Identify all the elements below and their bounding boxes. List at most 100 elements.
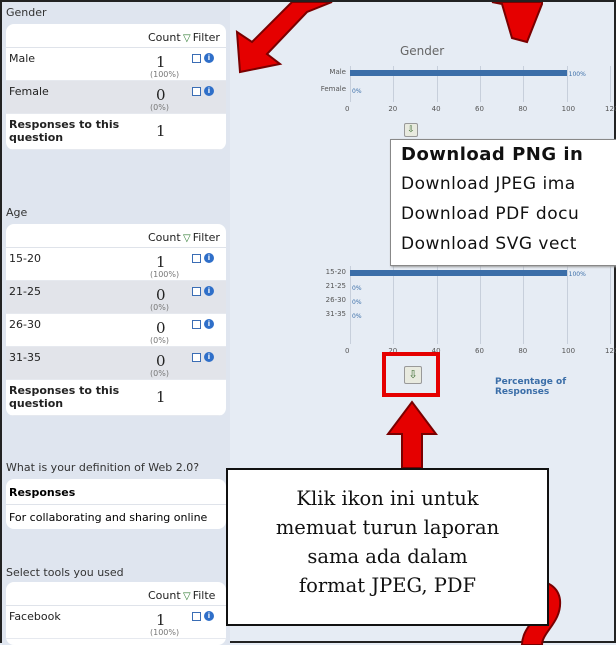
download-menu: Download PNG in Download JPEG ima Downlo… (390, 139, 616, 266)
row-count: 0 (156, 86, 166, 104)
tools-section-title: Select tools you used (6, 566, 124, 579)
responses-label: Responses to this question (9, 118, 120, 144)
results-column: Gender Count ▽ Filter Male 1 (100%) i Fem… (2, 2, 230, 645)
x-tick-label: 120 (605, 347, 616, 355)
x-tick-label: 120 (605, 105, 616, 113)
row-percent: (100%) (150, 270, 180, 279)
row-percent: (0%) (150, 303, 169, 312)
bar-value-label: 0% (352, 313, 362, 320)
x-tick-label: 0 (345, 105, 350, 113)
filter-header[interactable]: ▽ Filte (183, 589, 215, 602)
row-count: 1 (156, 611, 166, 629)
info-icon[interactable]: i (204, 253, 214, 263)
row-percent: (0%) (150, 369, 169, 378)
gridline (393, 266, 395, 344)
x-tick-label: 100 (561, 105, 576, 113)
row-label: Male (9, 52, 36, 65)
row-count: 0 (156, 352, 166, 370)
filter-icon: ▽ (183, 233, 191, 244)
highlight-box (382, 352, 440, 397)
gender-card-header: Count ▽ Filter (6, 24, 226, 48)
count-header: Count (148, 589, 181, 602)
age-chart-xlabel: Percentage of Responses (495, 377, 567, 397)
row-percent: (100%) (150, 628, 180, 637)
y-category-label: 21-25 (325, 282, 346, 290)
callout-line: sama ada dalam (307, 545, 468, 568)
callout-line: format JPEG, PDF (298, 574, 477, 597)
row-label: 15-20 (9, 252, 41, 265)
bar-value-label: 0% (352, 285, 362, 292)
filter-checkbox[interactable] (192, 54, 201, 63)
instruction-callout: Klik ikon ini untuk memuat turun laporan… (226, 468, 549, 626)
filter-checkbox[interactable] (192, 353, 201, 362)
menu-item-download-png[interactable]: Download PNG in (391, 140, 616, 170)
gridline (480, 266, 481, 344)
row-label: Female (9, 85, 49, 98)
gender-card: Count ▽ Filter Male 1 (100%) i Female 0 (… (6, 24, 226, 150)
gender-download-icon[interactable]: ⇩ (404, 123, 418, 137)
responses-count: 1 (156, 122, 166, 140)
bar-value-label: 100% (568, 271, 586, 278)
bar (350, 270, 567, 276)
table-row: Facebook 1 (100%) i (6, 606, 226, 639)
table-row: Male 1 (100%) i (6, 48, 226, 81)
responses-row: Responses to this question 1 (6, 380, 226, 416)
response-text: For collaborating and sharing online (9, 511, 208, 524)
bar (350, 70, 567, 76)
gridline (610, 266, 611, 344)
filter-checkbox[interactable] (192, 320, 201, 329)
gender-section-title: Gender (6, 6, 47, 19)
filter-header[interactable]: ▽ Filter (183, 231, 220, 244)
callout-line: Klik ikon ini untuk (296, 487, 479, 510)
table-row: Female 0 (0%) i (6, 81, 226, 114)
filter-checkbox[interactable] (192, 254, 201, 263)
row-percent: (0%) (150, 336, 169, 345)
row-label: Facebook (9, 610, 61, 623)
count-header: Count (148, 31, 181, 44)
filter-checkbox[interactable] (192, 287, 201, 296)
gridline (610, 66, 611, 102)
x-tick-label: 20 (388, 105, 398, 113)
age-card: Count ▽ Filter 15-20 1 (100%) i 21-25 0 (… (6, 224, 226, 416)
x-tick-label: 60 (475, 347, 484, 355)
info-icon[interactable]: i (204, 352, 214, 362)
tools-card: Count ▽ Filte Facebook 1 (100%) i (6, 582, 226, 645)
gridline (350, 266, 351, 344)
count-header: Count (148, 231, 181, 244)
responses-header: Responses (6, 479, 226, 505)
table-row: 15-20 1 (100%) i (6, 248, 226, 281)
menu-item-download-pdf[interactable]: Download PDF docu (391, 200, 616, 230)
bar-value-label: 0% (352, 299, 362, 306)
y-category-label: 31-35 (325, 310, 346, 318)
row-count: 0 (156, 319, 166, 337)
responses-row: Responses to this question 1 (6, 114, 226, 150)
gridline (566, 266, 568, 344)
y-category-label: Male (329, 68, 346, 76)
web20-card: Responses For collaborating and sharing … (6, 479, 226, 529)
menu-item-download-jpeg[interactable]: Download JPEG ima (391, 170, 616, 200)
bar-value-label: 100% (568, 71, 586, 78)
x-tick-label: 40 (431, 105, 441, 113)
info-icon[interactable]: i (204, 611, 214, 621)
x-tick-label: 0 (345, 347, 350, 355)
table-row: 21-25 0 (0%) i (6, 281, 226, 314)
info-icon[interactable]: i (204, 86, 214, 96)
row-label: 21-25 (9, 285, 41, 298)
filter-icon: ▽ (183, 591, 191, 602)
info-icon[interactable]: i (204, 53, 214, 63)
x-tick-label: 80 (518, 105, 528, 113)
x-tick-label: 80 (518, 347, 528, 355)
age-card-header: Count ▽ Filter (6, 224, 226, 248)
menu-item-download-svg[interactable]: Download SVG vect (391, 230, 616, 260)
info-icon[interactable]: i (204, 286, 214, 296)
info-icon[interactable]: i (204, 319, 214, 329)
filter-icon: ▽ (183, 33, 191, 44)
web20-section-title: What is your definition of Web 2.0? (6, 461, 200, 474)
row-label: 26-30 (9, 318, 41, 331)
filter-checkbox[interactable] (192, 87, 201, 96)
filter-header[interactable]: ▽ Filter (183, 31, 220, 44)
filter-checkbox[interactable] (192, 612, 201, 621)
age-section-title: Age (6, 206, 28, 219)
x-tick-label: 100 (561, 347, 576, 355)
x-tick-label: 60 (475, 105, 484, 113)
